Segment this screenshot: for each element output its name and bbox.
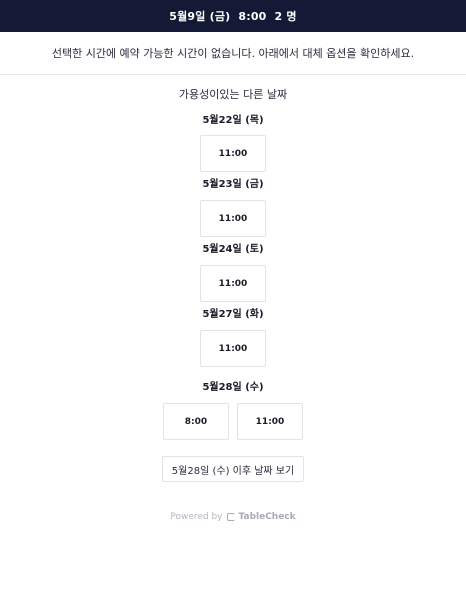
no-availability-notice: 선택한 시간에 예약 가능한 시간이 없습니다. 아래에서 대체 옵션을 확인하… xyxy=(0,32,466,75)
date-label: 5월28일 (수) xyxy=(202,382,264,393)
time-slot-button[interactable]: 11:00 xyxy=(200,135,266,172)
selected-date: 5월9일 (금) xyxy=(169,10,231,23)
time-slot-button[interactable]: 11:00 xyxy=(200,200,266,237)
date-label: 5월24일 (토) xyxy=(202,244,264,255)
reservation-summary-header: 5월9일 (금) 8:00 2 명 xyxy=(0,0,466,32)
date-group: 5월27일 (화) 11:00 xyxy=(0,308,466,367)
date-group: 5월23일 (금) 11:00 xyxy=(0,178,466,237)
time-slot-button[interactable]: 11:00 xyxy=(200,330,266,367)
time-slot-button[interactable]: 11:00 xyxy=(200,265,266,302)
date-label: 5월23일 (금) xyxy=(202,179,264,190)
powered-by-label: Powered by xyxy=(170,512,223,522)
selected-time: 8:00 xyxy=(238,9,267,23)
party-size: 2 명 xyxy=(274,10,297,23)
time-slot-button[interactable]: 8:00 xyxy=(163,403,229,440)
date-group: 5월28일 (수) 8:00 11:00 xyxy=(0,381,466,440)
date-label: 5월27일 (화) xyxy=(202,309,264,320)
powered-by-footer: Powered by TableCheck xyxy=(0,512,466,522)
view-later-dates-button[interactable]: 5월28일 (수) 이후 날짜 보기 xyxy=(161,456,305,482)
tablecheck-brand[interactable]: TableCheck xyxy=(239,512,296,522)
time-slot-button[interactable]: 11:00 xyxy=(237,403,303,440)
date-label: 5월22일 (목) xyxy=(202,115,264,126)
date-group: 5월22일 (목) 11:00 xyxy=(0,114,466,172)
alternatives-title: 가용성이있는 다른 날짜 xyxy=(178,88,288,101)
tablecheck-logo-icon xyxy=(226,513,235,521)
date-group: 5월24일 (토) 11:00 xyxy=(0,243,466,302)
